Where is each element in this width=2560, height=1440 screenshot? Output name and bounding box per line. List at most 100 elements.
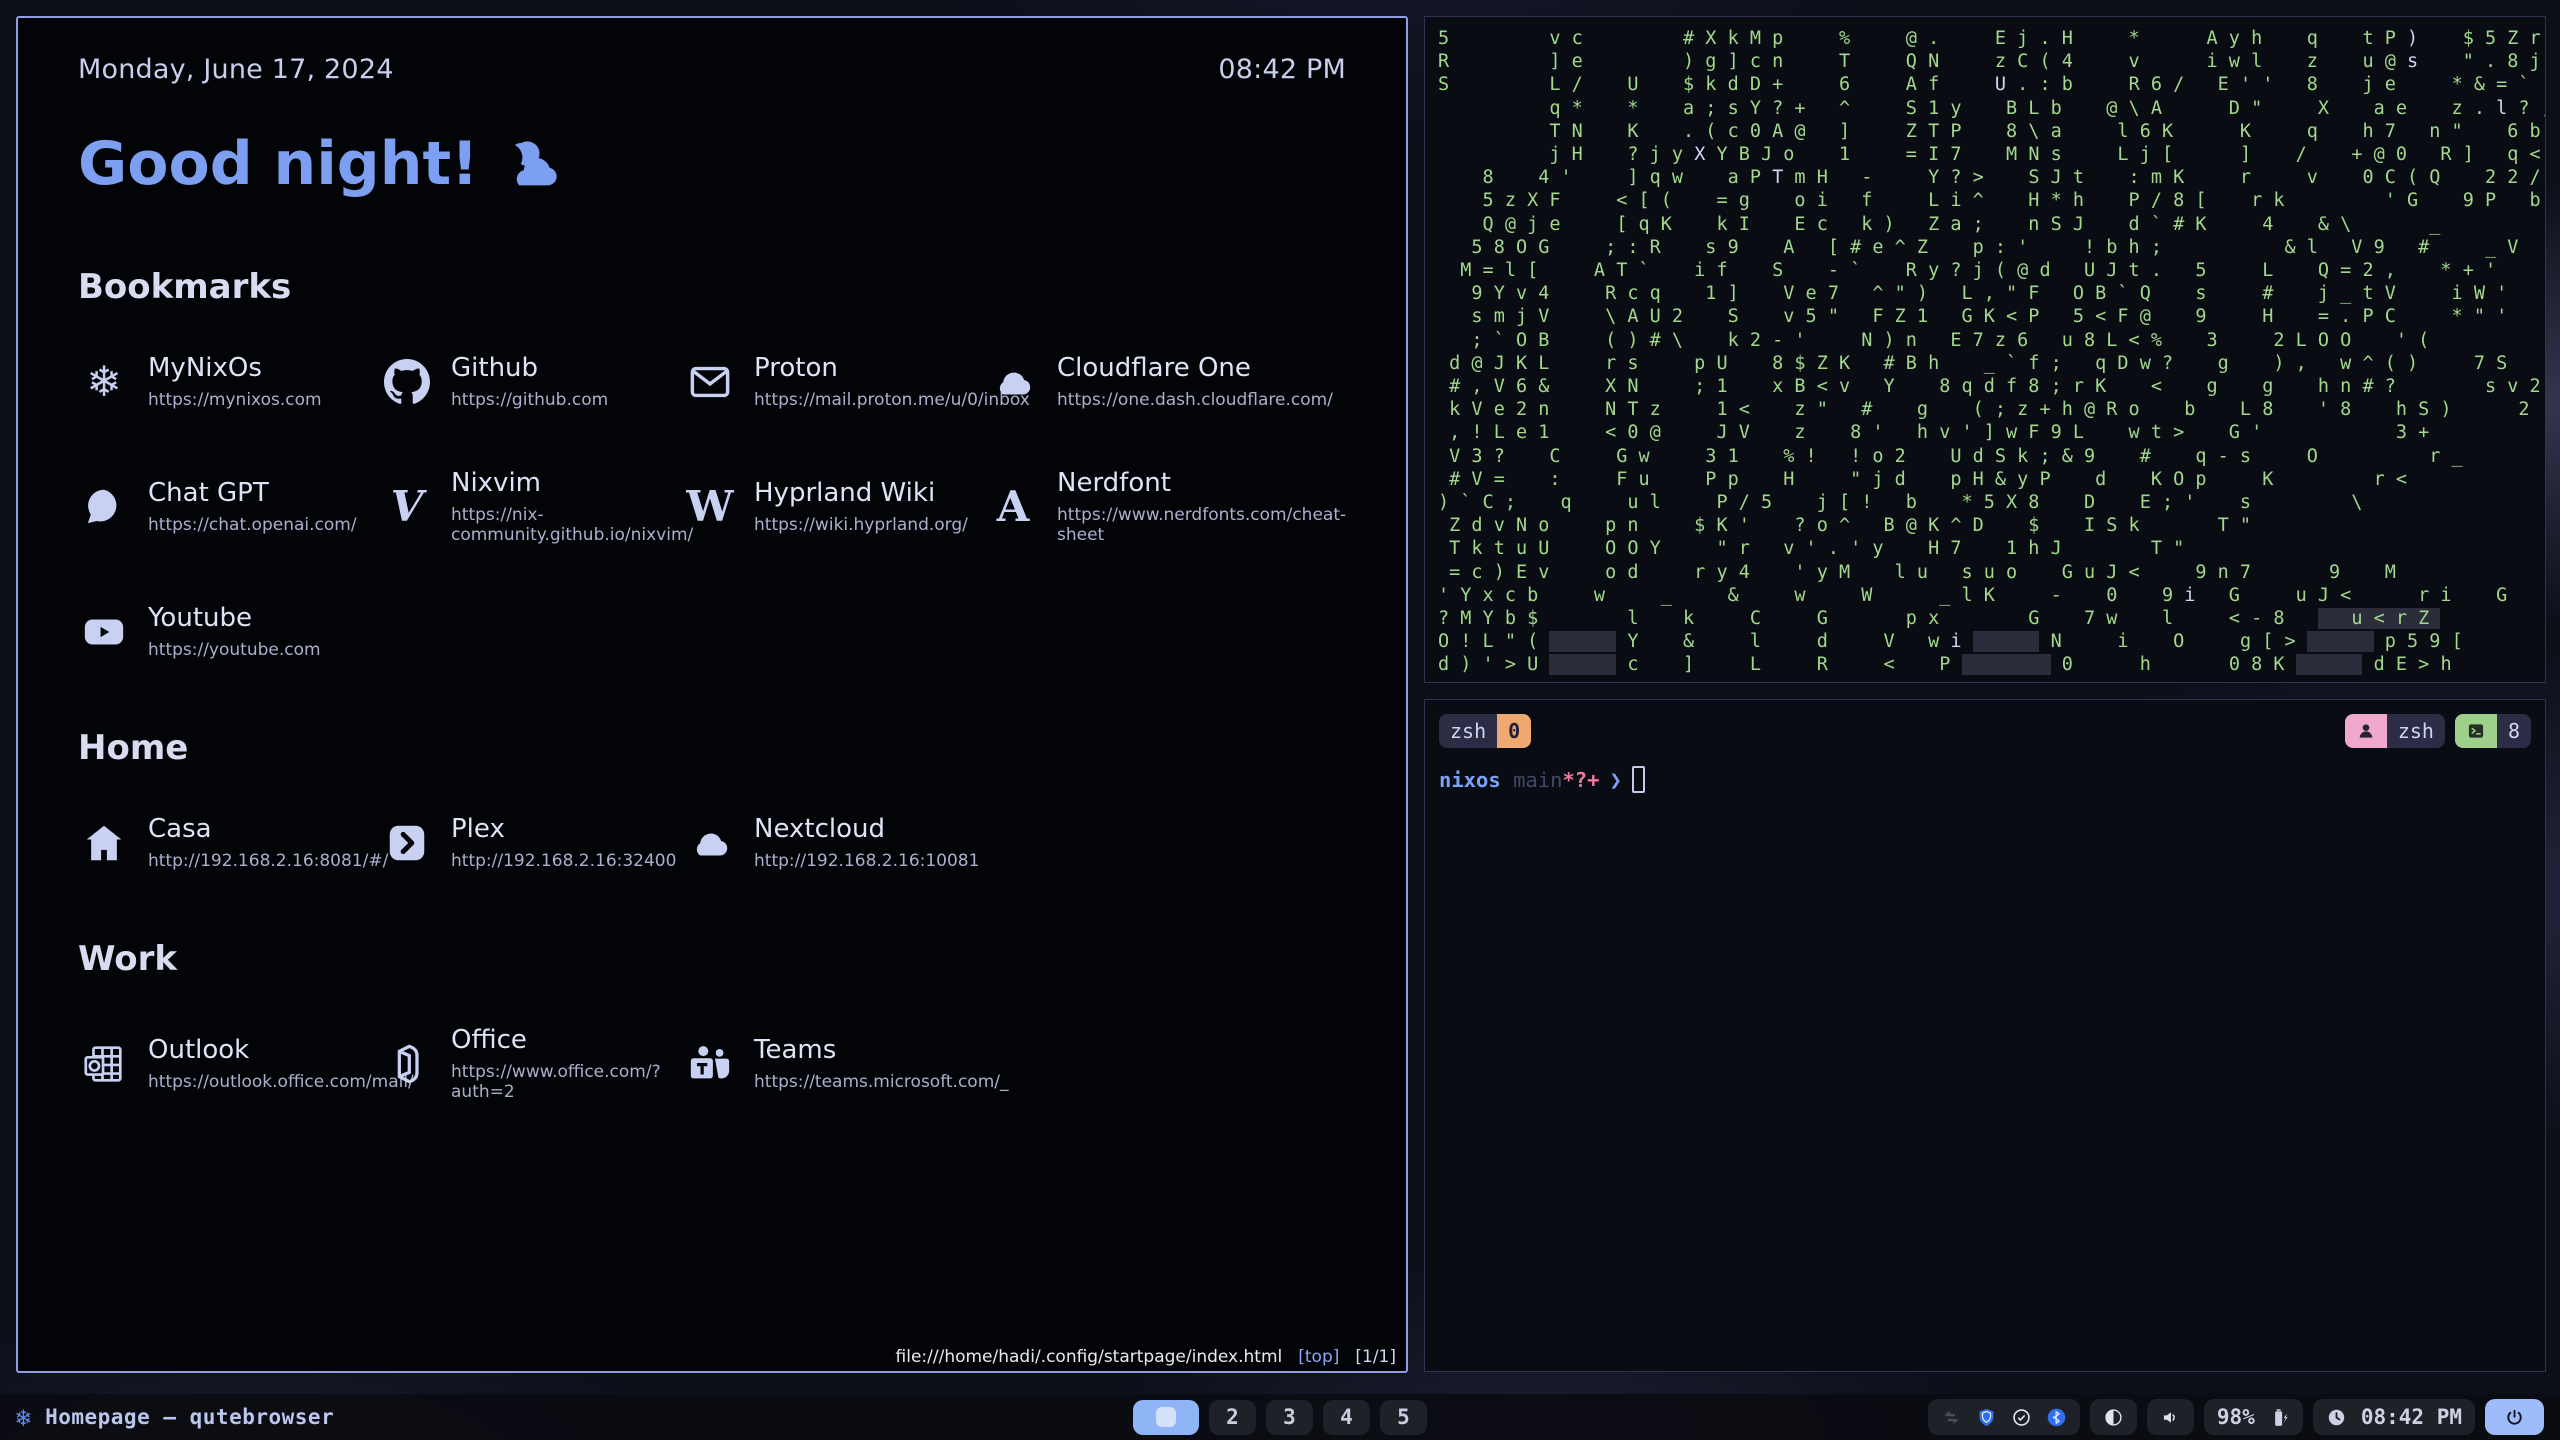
startpage-link[interactable]: Protonhttps://mail.proton.me/u/0/inbox — [684, 353, 987, 410]
tmux-window-index[interactable]: 0 — [1497, 714, 1531, 748]
volume-module[interactable] — [2147, 1399, 2194, 1435]
statusbar-url: file:///home/hadi/.config/startpage/inde… — [896, 1347, 1283, 1367]
tmux-status-right: zsh 8 — [2345, 714, 2531, 748]
startpage-link[interactable]: W Hyprland Wiki https://wiki.hyprland.org/ — [684, 468, 987, 545]
startpage-link[interactable]: Plex http://192.168.2.16:32400 — [381, 814, 684, 871]
link-name: Github — [451, 353, 608, 383]
link-url: http://192.168.2.16:32400 — [451, 851, 676, 871]
nixos-snowflake-icon: ❄ — [78, 361, 130, 403]
link-name: Teams — [754, 1035, 1009, 1065]
link-name: Plex — [451, 814, 676, 844]
battery-percentage: 98% — [2217, 1405, 2255, 1429]
link-url: https://nix-community.github.io/nixvim/ — [451, 505, 693, 545]
speaker-icon — [2160, 1407, 2181, 1428]
waybar-right: 98% 08:42 PM — [1928, 1399, 2544, 1435]
link-name: Outlook — [148, 1035, 414, 1065]
link-url: https://github.com — [451, 390, 608, 410]
youtube-play-icon — [78, 609, 130, 655]
waybar-left: ❄ Homepage — qutebrowser — [16, 1405, 334, 1430]
link-name: Youtube — [148, 603, 321, 633]
workspace-button-5[interactable]: 5 — [1380, 1400, 1427, 1435]
kdeconnect-swap-arrows-icon[interactable] — [1941, 1407, 1962, 1428]
startpage-link[interactable]: Cloudflare Onehttps://one.dash.cloudflar… — [987, 353, 1290, 410]
link-url: https://wiki.hyprland.org/ — [754, 515, 968, 535]
moon-cloud-icon — [495, 140, 561, 188]
plex-chevron-icon — [381, 820, 433, 866]
link-name: Cloudflare One — [1057, 353, 1333, 383]
startpage-link[interactable]: Youtube https://youtube.com — [78, 603, 381, 660]
startpage-sections: Bookmarks❄MyNixOshttps://mynixos.comGith… — [78, 267, 1346, 1102]
startpage-date: Monday, June 17, 2024 — [78, 54, 394, 85]
startpage-link[interactable]: ANerdfonthttps://www.nerdfonts.com/cheat… — [987, 468, 1290, 545]
link-name: Chat GPT — [148, 478, 357, 508]
startpage-time: 08:42 PM — [1218, 54, 1346, 85]
link-name: Nextcloud — [754, 814, 979, 844]
clock-time: 08:42 PM — [2361, 1405, 2462, 1429]
link-url: https://www.nerdfonts.com/cheat-sheet — [1057, 505, 1346, 545]
tmux-window-name[interactable]: zsh — [1439, 714, 1497, 748]
link-name: Nixvim — [451, 468, 693, 498]
bluetooth-icon[interactable] — [2046, 1407, 2067, 1428]
link-url: https://outlook.office.com/mail/ — [148, 1072, 414, 1092]
nixos-logo-icon: ❄ — [16, 1405, 31, 1430]
clock-module[interactable]: 08:42 PM — [2313, 1399, 2475, 1435]
terminal-session-icon — [2455, 714, 2497, 748]
waybar: ❄ Homepage — qutebrowser 2345 98% 08:42 … — [0, 1394, 2560, 1440]
shield-icon[interactable] — [1976, 1407, 1997, 1428]
startpage-link[interactable]: Chat GPT https://chat.openai.com/ — [78, 468, 381, 545]
section-title-work: Work — [78, 939, 1346, 979]
startpage-link[interactable]: ❄MyNixOshttps://mynixos.com — [78, 353, 381, 410]
cloud-icon — [987, 359, 1039, 405]
power-icon — [2504, 1407, 2525, 1428]
links-grid: ❄MyNixOshttps://mynixos.comGithubhttps:/… — [78, 353, 1346, 660]
tmux-status-left: zsh 0 — [1439, 714, 1531, 748]
terminal-cursor — [1632, 766, 1645, 793]
startpage-link[interactable]: Github https://github.com — [381, 353, 684, 410]
power-button[interactable] — [2485, 1399, 2544, 1435]
workspace-button-3[interactable]: 3 — [1266, 1400, 1313, 1435]
startpage-link[interactable]: Casahttp://192.168.2.16:8081/#/ — [78, 814, 381, 871]
prompt-host: nixos — [1439, 768, 1501, 792]
greeting-heading: Good night! — [78, 129, 1346, 199]
active-workspace-indicator — [1156, 1407, 1176, 1427]
contrast-circle-icon — [2103, 1407, 2124, 1428]
startpage-link[interactable]: Outlookhttps://outlook.office.com/mail/ — [78, 1025, 381, 1102]
github-icon — [381, 359, 433, 405]
user-icon — [2345, 714, 2387, 748]
link-url: https://chat.openai.com/ — [148, 515, 357, 535]
startpage-link[interactable]: Teamshttps://teams.microsoft.com/_ — [684, 1025, 987, 1102]
mail-icon — [684, 359, 736, 405]
shell-terminal-window[interactable]: zsh 0 zsh 8 nixos main *?+ ❯ — [1424, 699, 2546, 1372]
prompt-symbol: ❯ — [1609, 768, 1621, 792]
startpage-link[interactable]: VNixvimhttps://nix-community.github.io/n… — [381, 468, 684, 545]
workspace-button-4[interactable]: 4 — [1323, 1400, 1370, 1435]
chat-bubble-icon — [78, 484, 130, 530]
link-url: https://www.office.com/?auth=2 — [451, 1062, 684, 1102]
workspace-button-2[interactable]: 2 — [1209, 1400, 1256, 1435]
check-circle-icon[interactable] — [2011, 1407, 2032, 1428]
shell-prompt[interactable]: nixos main *?+ ❯ — [1439, 766, 2531, 793]
statusbar-scroll-position: [top] — [1298, 1347, 1339, 1367]
link-url: https://youtube.com — [148, 640, 321, 660]
matrix-terminal-window[interactable]: 5 v c # X k M p % @ . E j . H * A y h q … — [1424, 16, 2546, 683]
link-url: http://192.168.2.16:8081/#/ — [148, 851, 388, 871]
link-name: Hyprland Wiki — [754, 478, 968, 508]
link-url: https://one.dash.cloudflare.com/ — [1057, 390, 1333, 410]
greeting-text: Good night! — [78, 129, 479, 199]
letter-a-icon: A — [987, 486, 1039, 528]
workspace-button-1[interactable] — [1133, 1400, 1199, 1435]
letter-w-icon: W — [684, 486, 736, 528]
tmux-client-app: zsh — [2387, 714, 2445, 748]
night-light-module[interactable] — [2090, 1399, 2137, 1435]
home-icon — [78, 820, 130, 866]
office-icon — [381, 1041, 433, 1087]
battery-module[interactable]: 98% — [2204, 1399, 2303, 1435]
startpage-link[interactable]: Nextcloudhttp://192.168.2.16:10081 — [684, 814, 987, 871]
startpage: Monday, June 17, 2024 08:42 PM Good nigh… — [18, 18, 1406, 1347]
link-name: Office — [451, 1025, 684, 1055]
startpage-link[interactable]: Office https://www.office.com/?auth=2 — [381, 1025, 684, 1102]
clock-icon — [2326, 1407, 2347, 1428]
link-url: https://teams.microsoft.com/_ — [754, 1072, 1009, 1092]
section-title-home: Home — [78, 728, 1346, 768]
link-name: MyNixOs — [148, 353, 322, 383]
